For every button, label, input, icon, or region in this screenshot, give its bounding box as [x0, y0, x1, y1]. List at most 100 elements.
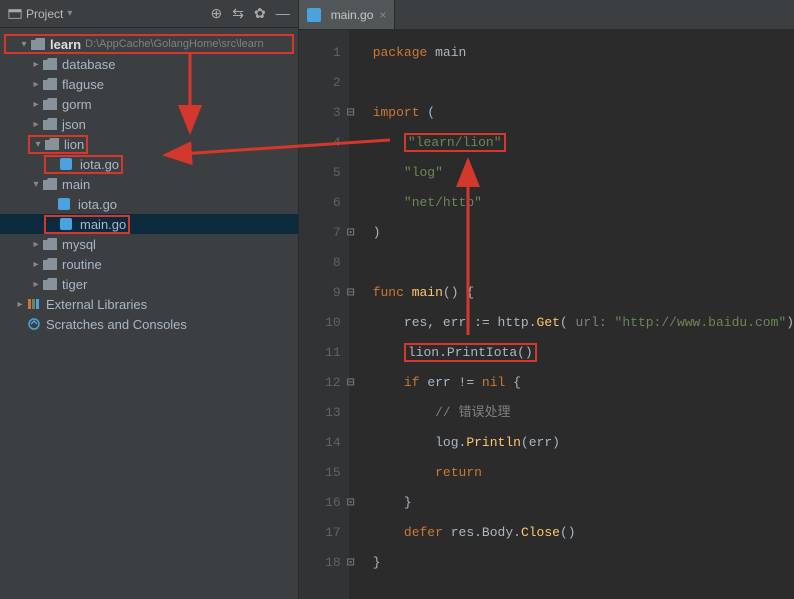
- code-line[interactable]: ⊟ if err != nil {: [361, 368, 794, 398]
- close-icon[interactable]: ×: [379, 8, 386, 22]
- folder-icon: [42, 57, 58, 71]
- code-token: {: [513, 375, 521, 390]
- code-token: [373, 135, 404, 150]
- line-number: 3: [299, 98, 341, 128]
- code-token: [373, 405, 435, 420]
- line-number: 14: [299, 428, 341, 458]
- fold-close-icon[interactable]: ⊡: [347, 548, 355, 578]
- chevron-right-icon: ▸: [30, 279, 42, 290]
- highlighted-code: lion.PrintIota(): [404, 343, 537, 362]
- line-number: 16: [299, 488, 341, 518]
- code-line[interactable]: ⊡ }: [361, 488, 794, 518]
- project-sidebar: Project ▾ ⊕ ⇆ ✿ — ▾ learn D:\AppCache\Go…: [0, 0, 299, 599]
- sidebar-header: Project ▾ ⊕ ⇆ ✿ —: [0, 0, 298, 28]
- tree-item-main[interactable]: ▾main: [0, 174, 298, 194]
- code-line[interactable]: defer res.Body.Close(): [361, 518, 794, 548]
- fold-close-icon[interactable]: ⊡: [347, 488, 355, 518]
- line-number: 2: [299, 68, 341, 98]
- code-line[interactable]: "net/http": [361, 188, 794, 218]
- fold-open-icon[interactable]: ⊟: [347, 98, 355, 128]
- code-line[interactable]: res, err := http.Get( url: "http://www.b…: [361, 308, 794, 338]
- tree-item-label: json: [62, 117, 86, 132]
- line-number: 10: [299, 308, 341, 338]
- dropdown-icon: ▾: [67, 8, 72, 19]
- chevron-right-icon: ▸: [30, 259, 42, 270]
- sidebar-title[interactable]: Project ▾: [8, 7, 72, 21]
- tree-item-label: lion: [64, 137, 84, 152]
- code-token: "http://www.baidu.com": [615, 315, 787, 330]
- chevron-right-icon: ▸: [30, 119, 42, 130]
- line-number: 8: [299, 248, 341, 278]
- code-line[interactable]: lion.PrintIota(): [361, 338, 794, 368]
- code-token: [373, 375, 404, 390]
- minimize-icon[interactable]: —: [276, 5, 290, 22]
- line-number: 5: [299, 158, 341, 188]
- code-line[interactable]: // 错误处理: [361, 398, 794, 428]
- tree-item-label: main.go: [80, 217, 126, 232]
- project-root[interactable]: ▾ learn D:\AppCache\GolangHome\src\learn: [4, 34, 294, 54]
- code-token: nil: [482, 375, 513, 390]
- tree-item-gorm[interactable]: ▸gorm: [0, 94, 298, 114]
- tree-item-database[interactable]: ▸database: [0, 54, 298, 74]
- fold-close-icon[interactable]: ⊡: [347, 218, 355, 248]
- tree-item-mysql[interactable]: ▸ mysql: [0, 234, 298, 254]
- code-line[interactable]: log.Println(err): [361, 428, 794, 458]
- code-line[interactable]: package main: [361, 38, 794, 68]
- code-line[interactable]: [361, 248, 794, 278]
- chevron-right-icon: ▸: [30, 239, 42, 250]
- folder-icon: [42, 77, 58, 91]
- chevron-down-icon: ▾: [30, 179, 42, 190]
- tree-item-routine[interactable]: ▸routine: [0, 254, 298, 274]
- tree-item-iota-go[interactable]: iota.go: [0, 154, 298, 174]
- code-line[interactable]: [361, 68, 794, 98]
- code-line[interactable]: ⊡}: [361, 548, 794, 578]
- settings-icon[interactable]: ✿: [254, 5, 266, 22]
- editor-area: main.go × 123456789▶101112131415161718 p…: [299, 0, 794, 599]
- code-line[interactable]: ⊟import (: [361, 98, 794, 128]
- chevron-down-icon: ▾: [18, 39, 30, 50]
- code-token: Close: [521, 525, 560, 540]
- locate-icon[interactable]: ⊕: [210, 5, 222, 22]
- code-line[interactable]: "log": [361, 158, 794, 188]
- code-token: // 错误处理: [435, 405, 510, 420]
- code-line[interactable]: ⊡): [361, 218, 794, 248]
- folder-icon: [42, 257, 58, 271]
- go-file-icon: [60, 217, 76, 231]
- root-path: D:\AppCache\GolangHome\src\learn: [85, 38, 264, 50]
- project-tree: ▾ learn D:\AppCache\GolangHome\src\learn…: [0, 28, 298, 338]
- code-token: (): [560, 525, 576, 540]
- folder-icon: [42, 277, 58, 291]
- tree-item-tiger[interactable]: ▸tiger: [0, 274, 298, 294]
- chevron-right-icon: ▸: [30, 59, 42, 70]
- code-token: (: [560, 315, 576, 330]
- tab-main-go[interactable]: main.go ×: [299, 0, 396, 29]
- tree-item-iota-go[interactable]: iota.go: [0, 194, 298, 214]
- tree-item-main-go[interactable]: main.go: [0, 214, 298, 234]
- chevron-right-icon: ▸: [30, 99, 42, 110]
- code-line[interactable]: "learn/lion": [361, 128, 794, 158]
- tree-item-json[interactable]: ▸ json: [0, 114, 298, 134]
- folder-icon: [42, 117, 58, 131]
- fold-open-icon[interactable]: ⊟: [347, 278, 355, 308]
- code-content[interactable]: package main ⊟import ( "learn/lion" "log"…: [349, 30, 794, 599]
- tree-item-external-libraries[interactable]: ▸External Libraries: [0, 294, 298, 314]
- tree-item-label: flaguse: [62, 77, 104, 92]
- tree-item-flaguse[interactable]: ▸flaguse: [0, 74, 298, 94]
- fold-open-icon[interactable]: ⊟: [347, 368, 355, 398]
- code-line[interactable]: ⊟func main() {: [361, 278, 794, 308]
- code-token: (: [427, 105, 435, 120]
- line-number: 4: [299, 128, 341, 158]
- sidebar-title-label: Project: [26, 7, 63, 21]
- tree-item-scratches-and-consoles[interactable]: Scratches and Consoles: [0, 314, 298, 334]
- collapse-icon[interactable]: ⇆: [232, 5, 244, 22]
- go-file-icon: [60, 157, 76, 171]
- tab-label: main.go: [331, 8, 374, 22]
- tree-item-label: mysql: [62, 237, 96, 252]
- tree-item-lion[interactable]: ▾lion: [0, 134, 298, 154]
- line-number: 11: [299, 338, 341, 368]
- code-token: main: [435, 45, 466, 60]
- code-token: Get: [537, 315, 560, 330]
- code-line[interactable]: return: [361, 458, 794, 488]
- code-token: res.Body.: [451, 525, 521, 540]
- code-token: [373, 165, 404, 180]
